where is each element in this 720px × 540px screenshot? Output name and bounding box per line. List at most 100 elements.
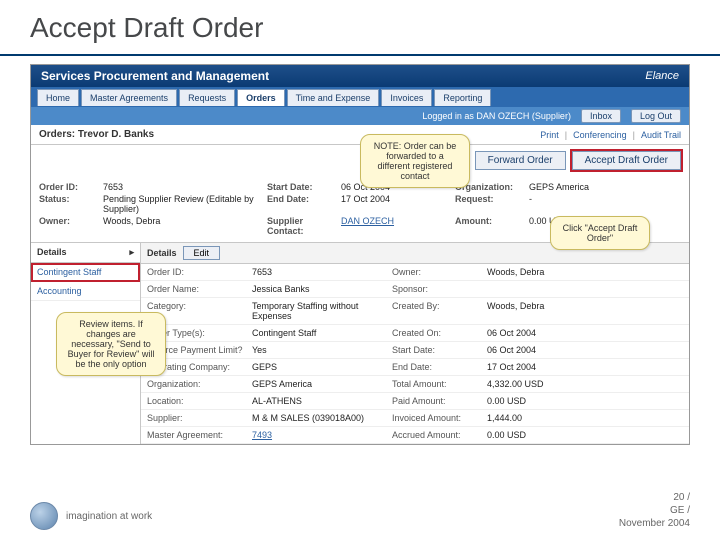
- meta-value: 17 Oct 2004: [341, 194, 451, 214]
- detail-key: Created On:: [392, 328, 487, 338]
- detail-value: GEPS America: [252, 379, 392, 389]
- breadcrumb: Orders: Trevor D. Banks: [39, 129, 154, 140]
- audit-trail-link[interactable]: Audit Trail: [641, 130, 681, 140]
- detail-key: Paid Amount:: [392, 396, 487, 406]
- tab-master-agreements[interactable]: Master Agreements: [81, 89, 177, 106]
- detail-key: Supplier:: [147, 413, 252, 423]
- callout-review-note: Review items. If changes are necessary, …: [56, 312, 166, 376]
- details-header-label: Details: [147, 248, 177, 258]
- slide-footer: imagination at work 20 / GE / November 2…: [30, 491, 690, 530]
- detail-value: Yes: [252, 345, 392, 355]
- detail-key: Organization:: [147, 379, 252, 389]
- detail-row: Operating Company:GEPSEnd Date:17 Oct 20…: [141, 359, 689, 376]
- chevron-right-icon: ▸: [129, 247, 134, 258]
- meta-value: GEPS America: [529, 182, 629, 192]
- app-window: Services Procurement and Management Elan…: [30, 64, 690, 445]
- detail-value: Temporary Staffing without Expenses: [252, 301, 392, 321]
- ge-logo-icon: [30, 502, 58, 530]
- detail-row: Master Agreement:7493Accrued Amount:0.00…: [141, 427, 689, 444]
- sidebar-header: Details ▸: [31, 243, 140, 263]
- detail-row: Category:Temporary Staffing without Expe…: [141, 298, 689, 325]
- vendor-label: Elance: [645, 70, 679, 82]
- detail-key: Master Agreement:: [147, 430, 252, 440]
- meta-value: Woods, Debra: [103, 216, 263, 236]
- meta-label: Request:: [455, 194, 525, 214]
- logout-button[interactable]: Log Out: [631, 109, 681, 123]
- detail-row: Location:AL-ATHENSPaid Amount:0.00 USD: [141, 393, 689, 410]
- forward-order-button[interactable]: Forward Order: [475, 151, 566, 170]
- app-brand: Services Procurement and Management: [41, 69, 269, 83]
- detail-value: 17 Oct 2004: [487, 362, 587, 372]
- detail-key: Created By:: [392, 301, 487, 321]
- meta-label: Owner:: [39, 216, 99, 236]
- page-number: 20 /: [619, 491, 690, 504]
- detail-row: Enforce Payment Limit?YesStart Date:06 O…: [141, 342, 689, 359]
- tab-reporting[interactable]: Reporting: [434, 89, 491, 106]
- accept-draft-order-button[interactable]: Accept Draft Order: [572, 151, 681, 170]
- meta-label: Order ID:: [39, 182, 99, 192]
- meta-value: 7653: [103, 182, 263, 192]
- details-panel: Details Edit Order ID:7653Owner:Woods, D…: [141, 243, 689, 444]
- detail-key: Location:: [147, 396, 252, 406]
- callout-forward-note: NOTE: Order can be forwarded to a differ…: [360, 134, 470, 188]
- footer-right: 20 / GE / November 2004: [619, 491, 690, 530]
- detail-value: Contingent Staff: [252, 328, 392, 338]
- detail-value: 0.00 USD: [487, 396, 587, 406]
- detail-key: Start Date:: [392, 345, 487, 355]
- sidebar-header-label: Details: [37, 247, 67, 258]
- tab-orders[interactable]: Orders: [237, 89, 285, 106]
- detail-key: Owner:: [392, 267, 487, 277]
- sidebar-item-contingent-staff[interactable]: Contingent Staff: [31, 263, 140, 282]
- supplier-contact-link[interactable]: DAN OZECH: [341, 216, 451, 236]
- detail-row: Supplier:M & M SALES (039018A00)Invoiced…: [141, 410, 689, 427]
- detail-row: Order Type(s):Contingent StaffCreated On…: [141, 325, 689, 342]
- meta-label: Status:: [39, 194, 99, 214]
- detail-value: 0.00 USD: [487, 430, 587, 440]
- detail-value: 1,444.00: [487, 413, 587, 423]
- divider: [0, 54, 720, 56]
- user-bar: Logged in as DAN OZECH (Supplier) Inbox …: [31, 107, 689, 125]
- meta-label: Amount:: [455, 216, 525, 236]
- detail-key: Order Name:: [147, 284, 252, 294]
- footer-date: November 2004: [619, 517, 690, 530]
- detail-value: AL-ATHENS: [252, 396, 392, 406]
- detail-key: End Date:: [392, 362, 487, 372]
- meta-label: Start Date:: [267, 182, 337, 192]
- detail-value: 06 Oct 2004: [487, 345, 587, 355]
- meta-label: End Date:: [267, 194, 337, 214]
- detail-value: Woods, Debra: [487, 267, 587, 277]
- detail-row: Order Name:Jessica BanksSponsor:: [141, 281, 689, 298]
- detail-key: Order ID:: [147, 267, 252, 277]
- print-link[interactable]: Print: [540, 130, 559, 140]
- detail-value: 06 Oct 2004: [487, 328, 587, 338]
- right-links: Print| Conferencing| Audit Trail: [540, 130, 681, 140]
- callout-accept-note: Click "Accept Draft Order": [550, 216, 650, 250]
- tab-home[interactable]: Home: [37, 89, 79, 106]
- conferencing-link[interactable]: Conferencing: [573, 130, 627, 140]
- meta-value: Pending Supplier Review (Editable by Sup…: [103, 194, 263, 214]
- detail-value: GEPS: [252, 362, 392, 372]
- inbox-button[interactable]: Inbox: [581, 109, 621, 123]
- tab-time-expense[interactable]: Time and Expense: [287, 89, 380, 106]
- ge-logo-block: imagination at work: [30, 502, 152, 530]
- detail-key: Sponsor:: [392, 284, 487, 294]
- tab-requests[interactable]: Requests: [179, 89, 235, 106]
- app-header: Services Procurement and Management Elan…: [31, 65, 689, 87]
- edit-button[interactable]: Edit: [183, 246, 221, 260]
- detail-key: Total Amount:: [392, 379, 487, 389]
- tab-bar: Home Master Agreements Requests Orders T…: [31, 87, 689, 107]
- sidebar-item-accounting[interactable]: Accounting: [31, 282, 140, 301]
- detail-key: Invoiced Amount:: [392, 413, 487, 423]
- detail-value: 4,332.00 USD: [487, 379, 587, 389]
- detail-key: Accrued Amount:: [392, 430, 487, 440]
- detail-value: M & M SALES (039018A00): [252, 413, 392, 423]
- slide-title: Accept Draft Order: [0, 0, 720, 48]
- detail-value: Woods, Debra: [487, 301, 587, 321]
- detail-value: 7493: [252, 430, 392, 440]
- tab-invoices[interactable]: Invoices: [381, 89, 432, 106]
- detail-value: [487, 284, 587, 294]
- detail-value: 7653: [252, 267, 392, 277]
- detail-row: Order ID:7653Owner:Woods, Debra: [141, 264, 689, 281]
- detail-row: Organization:GEPS AmericaTotal Amount:4,…: [141, 376, 689, 393]
- ge-tagline: imagination at work: [66, 511, 152, 522]
